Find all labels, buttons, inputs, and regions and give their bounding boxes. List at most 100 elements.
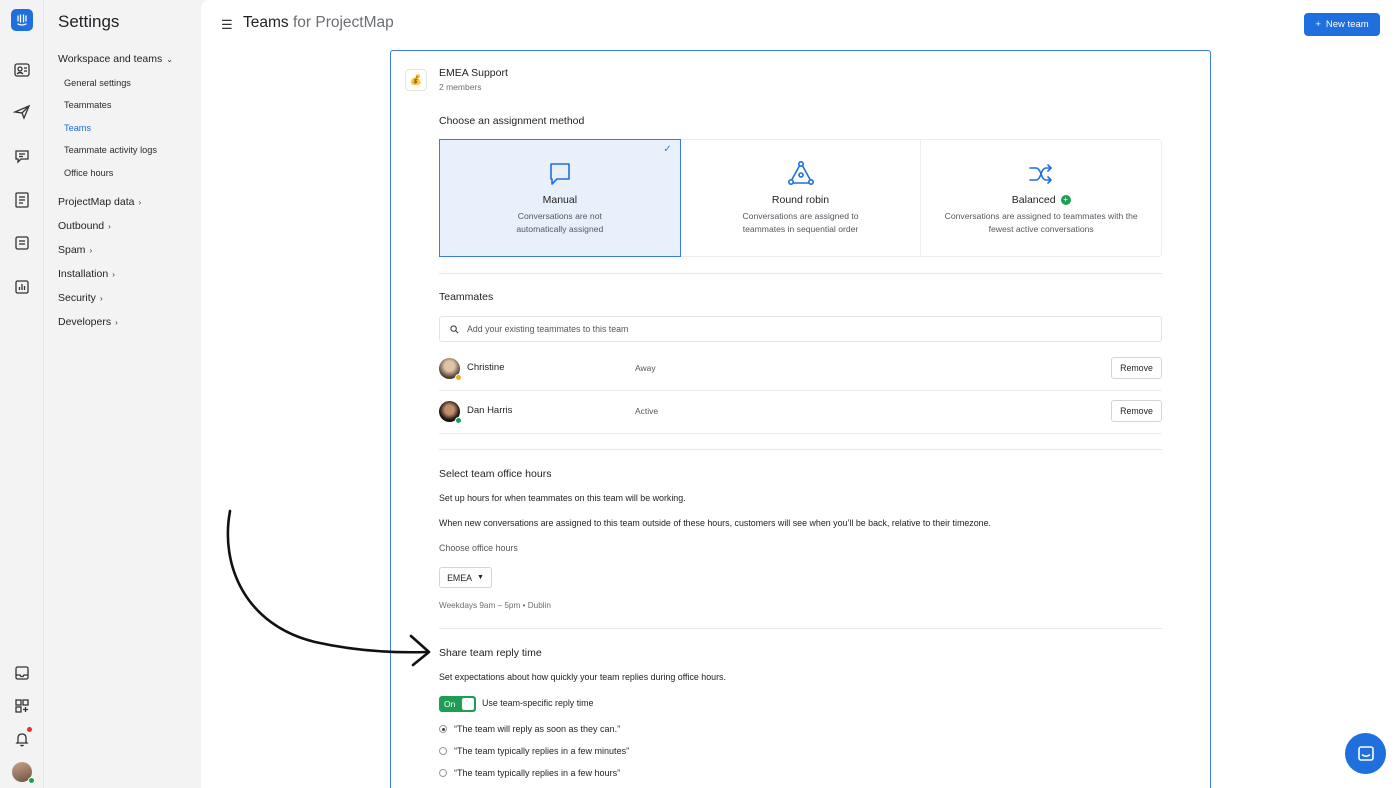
- new-team-button[interactable]: + New team: [1304, 13, 1380, 36]
- notification-dot: [27, 727, 32, 732]
- divider: [439, 628, 1162, 629]
- messenger-launcher-icon[interactable]: [1345, 733, 1386, 774]
- method-manual[interactable]: ✓ Manual Conversations are not automatic…: [439, 139, 681, 257]
- logo-icon[interactable]: [11, 9, 33, 31]
- menu-icon[interactable]: ☰: [221, 17, 233, 33]
- nav-group-installation[interactable]: Installation ›: [58, 268, 115, 280]
- active-status-dot: [455, 417, 462, 424]
- inbox-icon[interactable]: [12, 233, 32, 253]
- office-hours-select[interactable]: EMEA ▼: [439, 567, 492, 588]
- page-title-workspace: for ProjectMap: [292, 14, 394, 31]
- search-icon: [450, 324, 459, 333]
- reply-option-1[interactable]: “The team typically replies in a few min…: [439, 746, 629, 756]
- outbound-icon[interactable]: [12, 102, 32, 122]
- shuffle-icon: [1027, 160, 1055, 188]
- avatar[interactable]: [12, 762, 35, 784]
- nav-item-general-settings[interactable]: General settings: [64, 78, 131, 88]
- choose-office-hours-label: Choose office hours: [439, 543, 518, 553]
- online-status-dot: [28, 777, 35, 784]
- away-status-dot: [455, 374, 462, 381]
- page-title-main: Teams: [243, 14, 289, 31]
- reply-time-toggle[interactable]: On: [439, 696, 476, 712]
- nav-item-teammates[interactable]: Teammates: [64, 100, 111, 110]
- new-team-label: New team: [1325, 19, 1369, 30]
- upgrade-plus-icon: +: [1060, 195, 1071, 205]
- reply-option-label: “The team typically replies in a few hou…: [454, 768, 621, 778]
- method-desc: Conversations are assigned to teammates …: [944, 211, 1138, 234]
- settings-title: Settings: [58, 12, 120, 31]
- nav-group-label: Developers: [58, 316, 112, 328]
- apps-icon[interactable]: [12, 696, 32, 716]
- divider: [439, 449, 1162, 450]
- chevron-right-icon: ›: [112, 269, 115, 279]
- method-name: Round robin: [771, 194, 830, 206]
- teammate-name: Christine: [467, 362, 505, 373]
- reply-time-title: Share team reply time: [439, 647, 542, 659]
- reply-time-toggle-desc: Use team-specific reply time: [482, 698, 594, 708]
- nav-group-outbound[interactable]: Outbound ›: [58, 220, 111, 232]
- nav-group-spam[interactable]: Spam ›: [58, 244, 92, 256]
- nav-group-label: Workspace and teams: [58, 53, 163, 65]
- reply-option-2[interactable]: “The team typically replies in a few hou…: [439, 768, 620, 778]
- radio-button[interactable]: [439, 769, 447, 777]
- app-rail: [0, 0, 44, 788]
- reply-option-0[interactable]: “The team will reply as soon as they can…: [439, 724, 620, 734]
- nav-group-projectmap-data[interactable]: ProjectMap data ›: [58, 196, 141, 208]
- nav-group-label: Installation: [58, 268, 109, 280]
- nav-group-security[interactable]: Security ›: [58, 292, 103, 304]
- nav-group-workspace[interactable]: Workspace and teams ⌄: [58, 53, 173, 65]
- method-round-robin[interactable]: Round robin Conversations are assigned t…: [681, 140, 922, 256]
- radio-button[interactable]: [439, 725, 447, 733]
- chevron-right-icon: ›: [89, 245, 93, 255]
- remove-teammate-button[interactable]: Remove: [1111, 357, 1162, 379]
- method-name-row: Balanced +: [921, 194, 1161, 206]
- method-balanced[interactable]: Balanced + Conversations are assigned to…: [921, 140, 1161, 256]
- nav-item-teams[interactable]: Teams: [64, 123, 91, 133]
- nav-group-label: Security: [58, 292, 96, 304]
- teammate-search[interactable]: [439, 316, 1162, 342]
- method-name: Balanced: [1011, 194, 1056, 206]
- office-hours-selected: EMEA: [447, 572, 472, 583]
- chevron-right-icon: ›: [138, 197, 142, 207]
- toggle-knob: [462, 698, 474, 710]
- teammate-name: Dan Harris: [467, 405, 513, 416]
- reply-time-desc: Set expectations about how quickly your …: [439, 672, 726, 682]
- nav-item-activity-logs[interactable]: Teammate activity logs: [64, 145, 157, 155]
- assignment-methods: ✓ Manual Conversations are not automatic…: [439, 139, 1162, 257]
- teammate-search-input[interactable]: [467, 324, 1147, 334]
- team-emoji-icon[interactable]: 💰: [405, 69, 427, 91]
- divider: [439, 273, 1162, 274]
- chevron-right-icon: ›: [99, 293, 103, 303]
- nav-group-developers[interactable]: Developers ›: [58, 316, 118, 328]
- teammate-avatar: [439, 401, 462, 424]
- teammates-title: Teammates: [439, 291, 494, 303]
- articles-icon[interactable]: [12, 190, 32, 210]
- caret-down-icon: ▼: [477, 574, 484, 581]
- office-hours-desc: Set up hours for when teammates on this …: [439, 493, 686, 503]
- reply-option-label: “The team will reply as soon as they can…: [454, 724, 621, 734]
- remove-teammate-button[interactable]: Remove: [1111, 400, 1162, 422]
- method-desc: Conversations are not automatically assi…: [516, 211, 604, 234]
- method-name: Manual: [542, 194, 578, 206]
- teammate-status: Away: [635, 363, 656, 373]
- settings-nav: Settings Workspace and teams ⌄ General s…: [44, 0, 201, 788]
- plus-icon: +: [1315, 19, 1321, 30]
- office-hours-schedule: Weekdays 9am – 5pm • Dublin: [439, 601, 551, 610]
- notifications-icon[interactable]: [12, 729, 32, 749]
- nav-item-office-hours[interactable]: Office hours: [64, 168, 113, 178]
- nav-group-label: ProjectMap data: [58, 196, 135, 208]
- reply-option-label: “The team typically replies in a few min…: [454, 746, 630, 756]
- check-icon: ✓: [663, 144, 672, 155]
- nav-group-label: Outbound: [58, 220, 105, 232]
- contacts-icon[interactable]: [12, 60, 32, 80]
- teammate-row: Christine Away Remove: [439, 347, 1162, 391]
- reports-icon[interactable]: [12, 277, 32, 297]
- main-panel: ☰ Teams for ProjectMap + New team 💰 EMEA…: [201, 0, 1400, 788]
- chat-icon[interactable]: [12, 146, 32, 166]
- speech-bubble-icon: [546, 160, 574, 188]
- team-member-count: 2 members: [439, 82, 482, 92]
- team-card: 💰 EMEA Support 2 members Choose an assig…: [390, 50, 1211, 788]
- page-title: Teams for ProjectMap: [243, 14, 394, 32]
- radio-button[interactable]: [439, 747, 447, 755]
- messages-icon[interactable]: [12, 663, 32, 683]
